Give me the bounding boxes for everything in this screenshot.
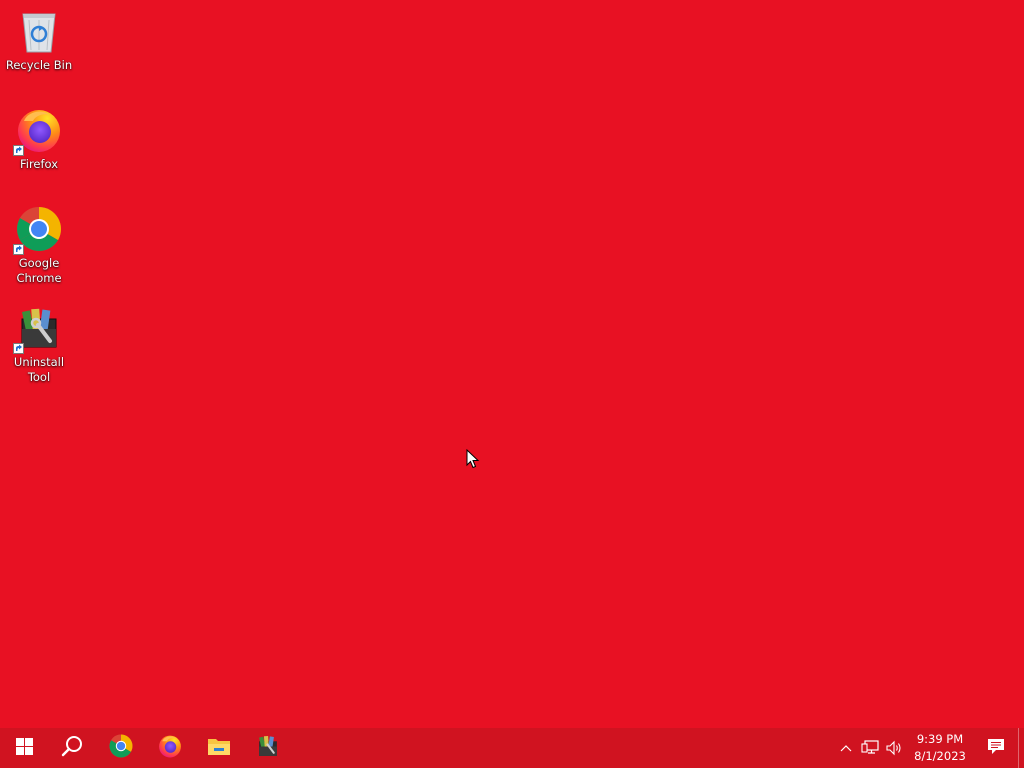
shortcut-arrow-icon xyxy=(13,244,24,255)
desktop-icon-label: Recycle Bin xyxy=(5,58,73,72)
desktop-icon-uninstall-tool[interactable]: Uninstall Tool xyxy=(2,304,76,385)
volume-icon[interactable] xyxy=(882,728,906,768)
taskbar-app-file-explorer[interactable] xyxy=(194,728,243,768)
taskbar: 9:39 PM 8/1/2023 xyxy=(0,728,1024,768)
clock-date: 8/1/2023 xyxy=(914,749,966,763)
network-icon[interactable] xyxy=(858,728,882,768)
taskbar-app-chrome[interactable] xyxy=(96,728,145,768)
desktop-icon-label: Uninstall Tool xyxy=(13,355,65,384)
mouse-cursor-icon xyxy=(466,448,480,469)
desktop-icon-firefox[interactable]: Firefox xyxy=(2,106,76,172)
desktop-icon-label: Firefox xyxy=(19,157,59,171)
notification-center-button[interactable] xyxy=(974,728,1018,768)
clock[interactable]: 9:39 PM 8/1/2023 xyxy=(910,728,970,768)
firefox-icon xyxy=(158,734,182,762)
uninstall-tool-icon xyxy=(13,304,63,354)
taskbar-app-firefox[interactable] xyxy=(145,728,194,768)
search-button[interactable] xyxy=(48,728,96,768)
shortcut-arrow-icon xyxy=(13,343,24,354)
desktop-icon-google-chrome[interactable]: Google Chrome xyxy=(2,205,76,286)
clock-time: 9:39 PM xyxy=(916,732,964,746)
chevron-up-icon[interactable] xyxy=(834,728,858,768)
search-icon xyxy=(61,735,83,761)
system-tray: 9:39 PM 8/1/2023 xyxy=(834,728,1024,768)
desktop[interactable]: Recycle Bin Firefox Google Chrome Uninst… xyxy=(0,0,1024,768)
start-button[interactable] xyxy=(0,728,48,768)
folder-icon xyxy=(207,736,231,760)
shortcut-arrow-icon xyxy=(13,145,24,156)
chrome-icon xyxy=(109,734,133,762)
uninstall-tool-icon xyxy=(256,734,280,762)
recycle-bin-icon xyxy=(15,7,63,55)
notification-icon xyxy=(987,738,1005,759)
taskbar-app-uninstall-tool[interactable] xyxy=(243,728,292,768)
show-desktop-button[interactable] xyxy=(1018,728,1024,768)
desktop-icon-label: Google Chrome xyxy=(16,256,62,285)
windows-logo-icon xyxy=(15,737,33,759)
desktop-icon-recycle-bin[interactable]: Recycle Bin xyxy=(2,7,76,73)
chrome-icon xyxy=(13,205,63,255)
firefox-icon xyxy=(13,106,63,156)
